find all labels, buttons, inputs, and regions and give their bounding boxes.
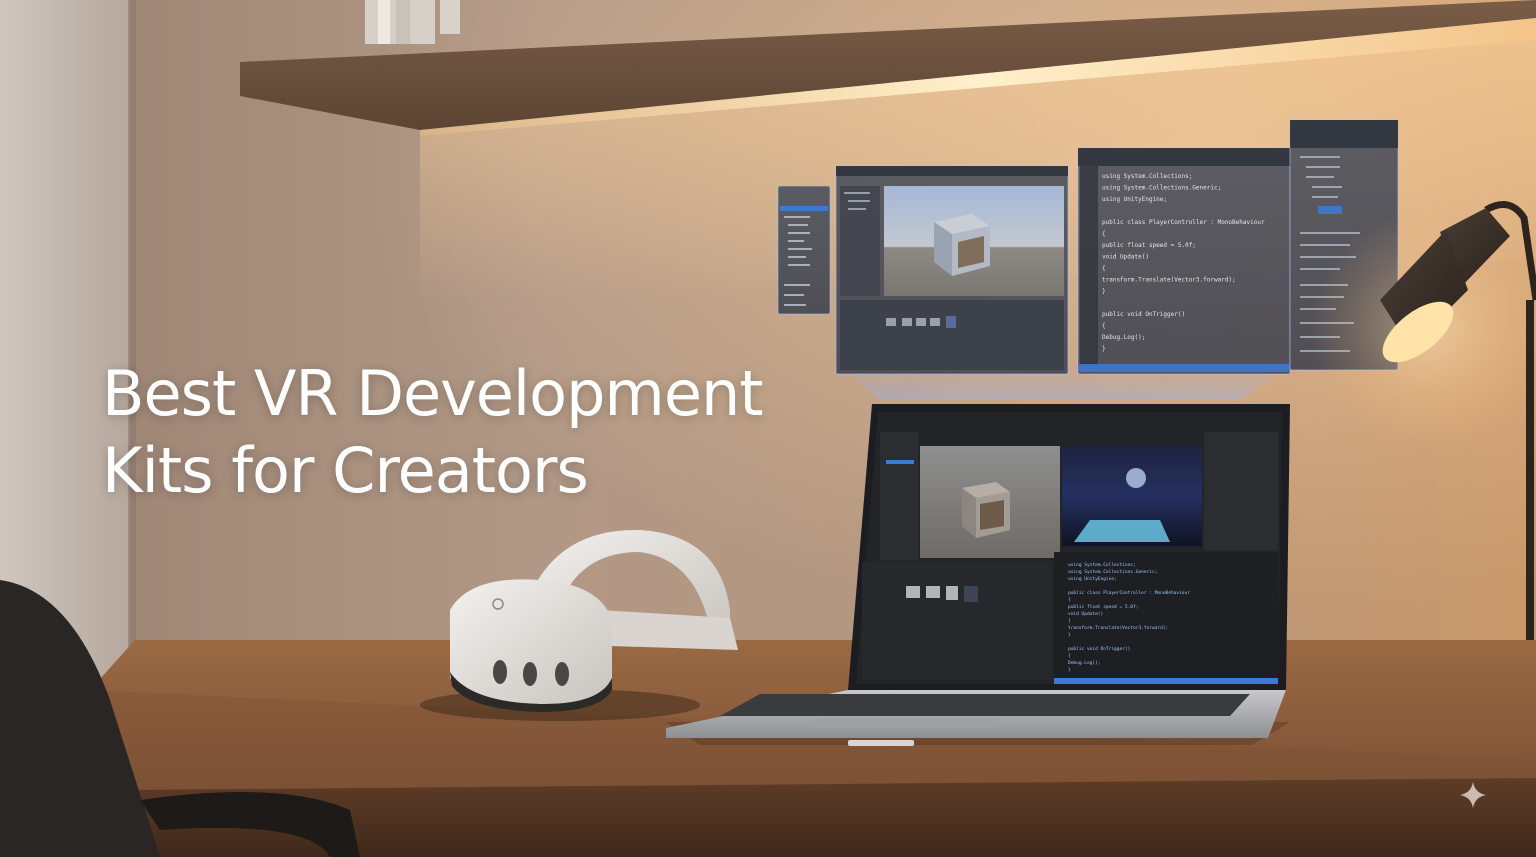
laptop-cube [962, 482, 1010, 538]
hologram-panel-code-editor: using System.Collections; using System.Co… [1077, 147, 1291, 375]
hologram-panel-hierarchy [777, 185, 831, 315]
code-line: { [1102, 231, 1106, 238]
hologram-panel-scene-editor [835, 165, 1069, 375]
code-line: void Update() [1068, 611, 1103, 617]
code-line: { [1102, 265, 1106, 272]
code-line: public class PlayerController : MonoBeha… [1102, 219, 1265, 226]
code-line: } [1068, 667, 1071, 673]
code-line: { [1068, 653, 1071, 659]
code-line: public class PlayerController : MonoBeha… [1068, 590, 1190, 596]
code-line: transform.Translate(Vector3.forward); [1068, 625, 1168, 631]
page-headline: Best VR Development Kits for Creators [102, 355, 822, 509]
code-line: Debug.Log(); [1102, 334, 1145, 341]
code-line: void Update() [1102, 254, 1149, 261]
code-line: using System.Collections.Generic; [1102, 185, 1221, 192]
code-line: public void OnTrigger() [1068, 646, 1130, 652]
code-line: { [1102, 323, 1106, 330]
code-line: { [1068, 597, 1071, 603]
code-line: using System.Collections; [1102, 173, 1192, 180]
sparkle-icon [1460, 782, 1486, 808]
code-line: } [1102, 288, 1106, 295]
holo-cube [934, 214, 990, 276]
code-line: public float speed = 5.0f; [1068, 604, 1138, 610]
code-line: transform.Translate(Vector3.forward); [1102, 277, 1236, 284]
code-line: public float speed = 5.0f; [1102, 242, 1196, 249]
headline-line-2: Kits for Creators [102, 434, 589, 507]
code-line: public void OnTrigger() [1102, 311, 1185, 318]
code-line: { [1068, 618, 1071, 624]
code-line: } [1068, 632, 1071, 638]
code-line: using UnityEngine; [1102, 196, 1167, 203]
code-line: } [1102, 346, 1106, 353]
code-line: using System.Collections.Generic; [1068, 569, 1157, 575]
code-line: using UnityEngine; [1068, 576, 1117, 582]
code-line: Debug.Log(); [1068, 660, 1101, 666]
window-frame [128, 0, 136, 690]
headline-line-1: Best VR Development [102, 357, 764, 430]
code-line: using System.Collections; [1068, 562, 1136, 568]
